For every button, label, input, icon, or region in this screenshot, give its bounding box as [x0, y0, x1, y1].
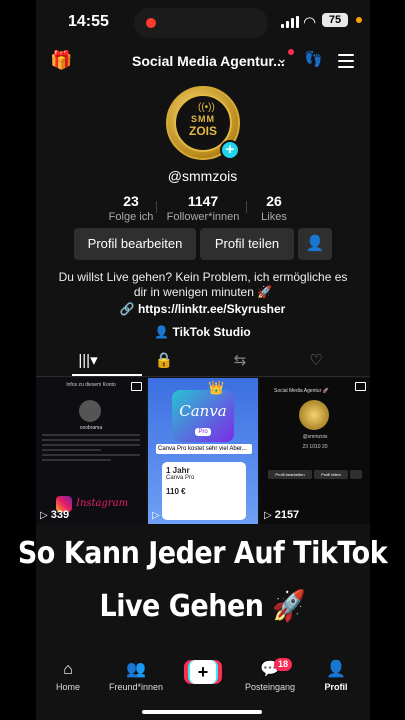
video-caption-line-1: So Kann Jeder Auf TikTok — [17, 536, 388, 571]
active-tab-indicator — [72, 374, 142, 376]
play-icon: ▷ — [40, 510, 48, 521]
divider — [246, 201, 247, 213]
status-bar: 14:55 ◠ 75 — [0, 0, 405, 44]
profile-tabs: |||▾ 🔒 ⇆ ♡ — [36, 345, 370, 377]
battery-icon: 75 — [322, 13, 348, 27]
stat-followers[interactable]: 1147 Follower*innen — [166, 193, 240, 223]
add-friend-button[interactable]: 👤 — [298, 228, 332, 260]
home-indicator[interactable] — [142, 710, 262, 714]
wifi-logo-icon: ((•)) — [198, 102, 215, 113]
bio-link[interactable]: 🔗 https://linktr.ee/Skyrusher — [0, 302, 405, 316]
create-button[interactable]: + — [184, 660, 222, 684]
home-icon: ⌂ — [63, 661, 73, 678]
video-thumbnail[interactable]: Infos zu diesem Konto ceobrama Instagram… — [36, 378, 146, 524]
menu-icon[interactable] — [338, 54, 354, 72]
notification-dot — [288, 49, 294, 55]
tab-videos[interactable]: |||▾ — [58, 351, 118, 369]
bottom-nav: ⌂ Home 👥 Freund*innen + 💬 Posteingang 18… — [36, 656, 370, 700]
footprints-icon[interactable]: 👣 — [304, 50, 323, 68]
play-icon: ▷ — [264, 510, 272, 521]
tab-private[interactable]: 🔒 — [134, 351, 194, 369]
edit-profile-button[interactable]: Profil bearbeiten — [74, 228, 196, 260]
battery-dot-icon — [356, 17, 362, 23]
share-profile-button[interactable]: Profil teilen — [200, 228, 294, 260]
nav-home[interactable]: ⌂ Home — [38, 660, 98, 692]
nav-profile[interactable]: 👤 Profil — [306, 660, 366, 692]
bio: Du willst Live gehen? Kein Problem, ich … — [58, 270, 348, 299]
view-count: ▷ 2157 — [264, 509, 300, 521]
profile-stats: 23 Folge ich 1147 Follower*innen 26 Like… — [36, 193, 370, 225]
tiktok-studio-link[interactable]: 👤 TikTok Studio — [0, 325, 405, 339]
link-icon: 🔗 — [119, 302, 138, 316]
username: @smmzois — [167, 168, 238, 184]
account-switcher[interactable]: Social Media Agentur... — [132, 53, 285, 69]
stat-likes[interactable]: 26 Likes — [256, 193, 292, 223]
gift-icon[interactable]: 🎁 — [50, 50, 72, 71]
video-thumbnail[interactable]: Social Media Agentur 🚀 @smmzois 23 1010 … — [260, 378, 370, 524]
text-lines — [42, 434, 140, 464]
recording-dot-icon — [146, 18, 156, 28]
avatar — [79, 400, 101, 422]
profile-header: 🎁 Social Media Agentur... ⌄ 👣 — [36, 44, 370, 80]
clock: 14:55 — [68, 13, 109, 30]
nav-friends[interactable]: 👥 Freund*innen — [106, 660, 166, 692]
grid-icon: |||▾ — [78, 352, 98, 369]
price-card: 1 Jahr Canva Pro 110 € — [162, 462, 246, 520]
tab-liked[interactable]: ♡ — [286, 351, 346, 369]
photo-icon — [355, 382, 366, 391]
tab-reposts[interactable]: ⇆ — [210, 351, 270, 369]
photo-icon — [131, 382, 142, 391]
nav-inbox[interactable]: 💬 Posteingang 18 — [240, 658, 300, 692]
video-grid: Infos zu diesem Konto ceobrama Instagram… — [36, 378, 370, 524]
avatar — [299, 400, 329, 430]
view-count: ▷ 339 — [40, 509, 70, 521]
video-thumbnail[interactable]: Canva Pro 👑 Canva Pro kostet sehr viel A… — [148, 378, 258, 524]
stat-following[interactable]: 23 Folge ich — [108, 193, 154, 223]
canva-logo: Canva Pro — [172, 390, 234, 442]
crown-icon: 👑 — [208, 380, 225, 395]
friends-icon: 👥 — [126, 661, 146, 678]
signal-icon — [281, 16, 299, 28]
add-avatar-button[interactable]: + — [220, 140, 240, 160]
studio-icon: 👤 — [154, 325, 173, 339]
play-icon: ▷ — [152, 510, 160, 521]
chevron-down-icon[interactable]: ⌄ — [276, 50, 288, 67]
lock-icon: 🔒 — [154, 352, 174, 369]
divider — [156, 201, 157, 213]
profile-icon: 👤 — [326, 661, 346, 678]
view-count: ▷ 5 — [152, 509, 169, 521]
dynamic-island — [134, 8, 268, 38]
video-caption-line-2: Live Gehen 🚀 — [99, 589, 306, 624]
repost-icon: ⇆ — [233, 352, 247, 369]
inbox-badge: 18 — [274, 658, 292, 671]
heart-icon: ♡ — [309, 352, 323, 369]
wifi-icon: ◠ — [303, 14, 317, 31]
add-friend-icon — [350, 470, 362, 479]
